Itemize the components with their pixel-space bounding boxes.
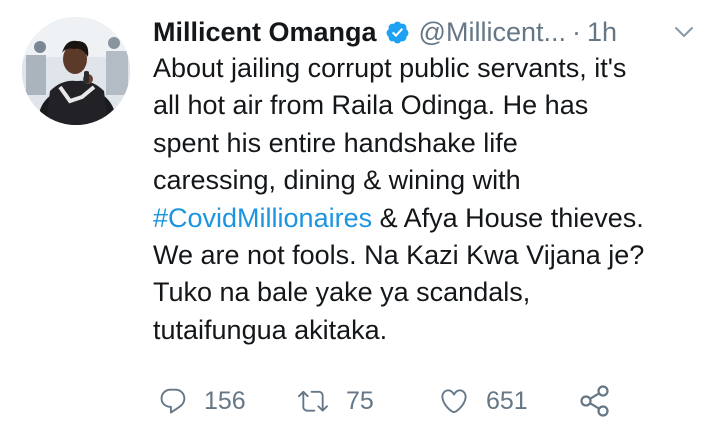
tweet-text-line: About jailing corrupt public servants, i… xyxy=(153,53,627,83)
tweet-header: Millicent Omanga @Millicent... · 1h xyxy=(153,12,698,52)
author-handle[interactable]: @Millicent... xyxy=(419,17,566,48)
tweet-text-line: Tuko na bale yake ya scandals, xyxy=(153,277,531,308)
tweet-text-line: spent his entire handshake life xyxy=(153,127,518,158)
verified-badge-icon xyxy=(385,20,410,45)
tweet-text-line: #CovidMillionaires & Afya House thieves. xyxy=(153,200,713,237)
like-button[interactable]: 651 xyxy=(438,381,528,421)
retweet-button[interactable]: 75 xyxy=(296,381,374,421)
avatar[interactable] xyxy=(22,17,130,125)
reply-icon xyxy=(158,386,188,416)
retweet-count: 75 xyxy=(346,386,374,415)
avatar-photo xyxy=(22,17,130,125)
tweet-actions: 156 75 651 xyxy=(158,381,638,421)
share-icon xyxy=(578,384,612,418)
chevron-down-icon[interactable] xyxy=(670,18,698,46)
tweet-text-fragment: & Afya House thieves. xyxy=(372,202,644,233)
tweet-timestamp[interactable]: 1h xyxy=(587,17,617,48)
author-name[interactable]: Millicent Omanga xyxy=(153,17,377,48)
share-button[interactable] xyxy=(578,381,612,421)
reply-count: 156 xyxy=(204,386,246,415)
tweet-text-line: tutaifungua akitaka. xyxy=(153,314,388,345)
tweet-text-line: caressing, dining & wining with xyxy=(153,165,521,196)
tweet[interactable]: Millicent Omanga @Millicent... · 1h Abou… xyxy=(0,0,720,437)
separator-dot: · xyxy=(571,16,581,47)
tweet-text: About jailing corrupt public servants, i… xyxy=(153,50,713,349)
hashtag-link[interactable]: #CovidMillionaires xyxy=(153,203,372,233)
reply-button[interactable]: 156 xyxy=(158,381,246,421)
tweet-text-line: We are not fools. Na Kazi Kwa Vijana je? xyxy=(153,240,645,271)
retweet-icon xyxy=(296,386,330,416)
heart-icon xyxy=(438,386,470,416)
tweet-text-line: all hot air from Raila Odinga. He has xyxy=(153,90,589,121)
like-count: 651 xyxy=(486,386,528,415)
